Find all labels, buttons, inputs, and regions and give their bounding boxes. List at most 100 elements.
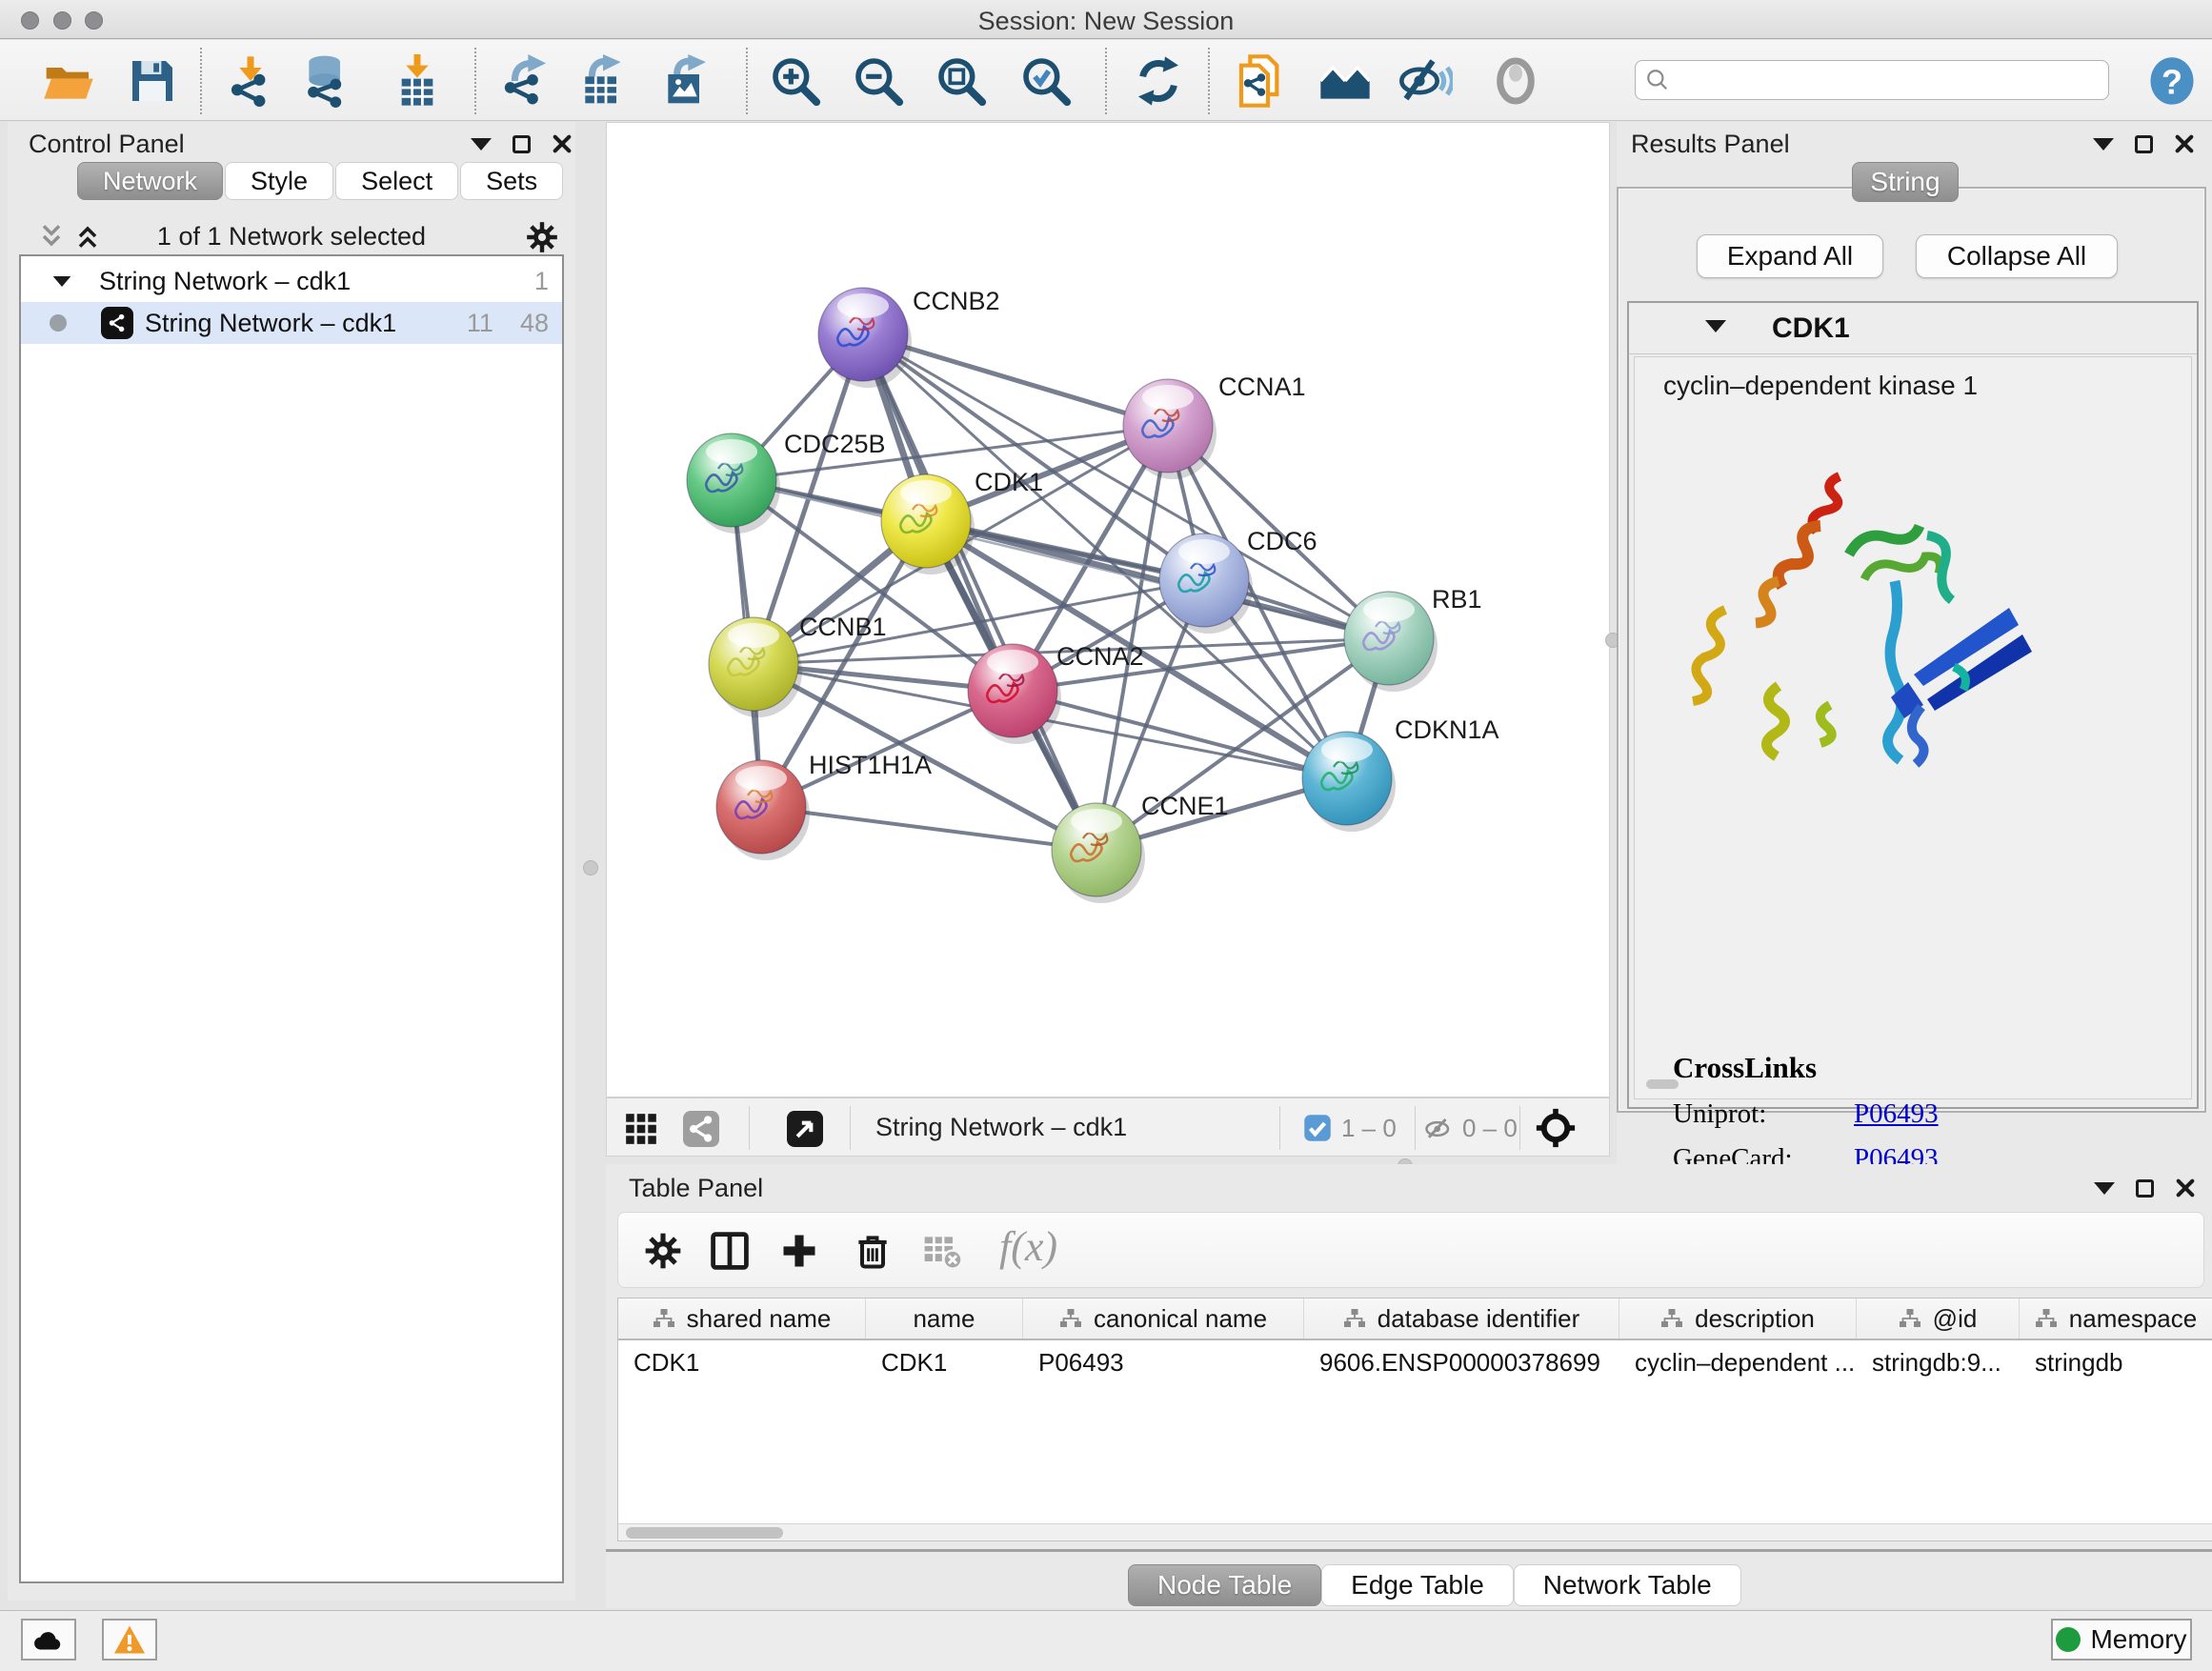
float-panel-icon[interactable]: [2135, 135, 2153, 153]
toolbar-separator: [474, 48, 476, 114]
delete-column-trash-icon[interactable]: [852, 1230, 894, 1272]
save-session-icon[interactable]: [126, 54, 179, 108]
tab-select[interactable]: Select: [335, 162, 458, 200]
table-cell[interactable]: CDK1: [618, 1340, 866, 1384]
eye-icon[interactable]: [1489, 54, 1542, 108]
tab-edge-table[interactable]: Edge Table: [1321, 1564, 1514, 1606]
open-in-window-icon[interactable]: [787, 1111, 823, 1147]
control-panel-tabs: NetworkStyleSelectSets: [77, 162, 565, 200]
table-horizontal-scrollbar[interactable]: [618, 1523, 2212, 1540]
float-panel-icon[interactable]: [513, 135, 531, 153]
zoom-out-icon[interactable]: [852, 54, 905, 108]
network-edge[interactable]: [926, 521, 1389, 638]
node-label: CDK1: [975, 468, 1043, 496]
refresh-icon[interactable]: [1132, 54, 1185, 108]
import-network-from-database-icon[interactable]: [300, 54, 353, 108]
string-results-box: Expand All Collapse All CDK1 cyclin–depe…: [1617, 187, 2206, 1113]
column-header-description[interactable]: description: [1619, 1299, 1857, 1339]
collection-count: 1: [534, 267, 549, 296]
table-cell[interactable]: CDK1: [866, 1340, 1023, 1384]
table-cell[interactable]: stringdb:9...: [1857, 1340, 2020, 1384]
network-node-cdc6[interactable]: CDC6: [1159, 527, 1317, 634]
collapse-triangle-icon[interactable]: [53, 275, 71, 286]
network-node-rb1[interactable]: RB1: [1344, 585, 1482, 692]
protein-name: CDK1: [1772, 312, 1850, 345]
network-graph[interactable]: CCNB2CCNA1CDC25BCDK1CDC6RB1CCNB1CCNA2CDK…: [607, 123, 1609, 1097]
string-share-icon[interactable]: [683, 1111, 719, 1147]
column-type-icon: [653, 1308, 675, 1329]
panel-menu-icon[interactable]: [2094, 1182, 2115, 1195]
column-header-name[interactable]: name: [866, 1299, 1023, 1339]
crosslink-link[interactable]: P06493: [1854, 1098, 1939, 1129]
network-canvas[interactable]: CCNB2CCNA1CDC25BCDK1CDC6RB1CCNB1CCNA2CDK…: [606, 122, 1610, 1097]
column-header-database-identifier[interactable]: database identifier: [1304, 1299, 1619, 1339]
network-node-cdkn1a[interactable]: CDKN1A: [1302, 715, 1499, 832]
float-panel-icon[interactable]: [2136, 1179, 2154, 1198]
search-input[interactable]: [1670, 63, 2108, 97]
cloud-status-button[interactable]: [21, 1619, 76, 1661]
fit-selected-crosshair-icon[interactable]: [1536, 1108, 1576, 1148]
network-node-ccna1[interactable]: CCNA1: [1123, 372, 1306, 479]
hide-eye-waves-icon[interactable]: [1399, 54, 1453, 108]
import-network-icon[interactable]: [224, 54, 277, 108]
open-session-icon[interactable]: [42, 54, 95, 108]
tab-sets[interactable]: Sets: [460, 162, 563, 200]
column-header-canonical-name[interactable]: canonical name: [1023, 1299, 1304, 1339]
table-toolbar: f(x): [617, 1212, 2204, 1288]
memory-button[interactable]: Memory: [2051, 1619, 2192, 1661]
network-edge[interactable]: [761, 807, 1096, 850]
zoom-in-icon[interactable]: [769, 54, 822, 108]
network-row-selected[interactable]: String Network – cdk1 11 48: [21, 302, 562, 344]
network-node-ccne1[interactable]: CCNE1: [1052, 792, 1229, 903]
close-panel-icon[interactable]: [552, 133, 573, 154]
clone-network-icon[interactable]: [1235, 54, 1288, 108]
collapse-triangle-icon[interactable]: [1705, 320, 1726, 332]
tab-style[interactable]: Style: [225, 162, 333, 200]
home-networks-icon[interactable]: [1318, 54, 1372, 108]
close-panel-icon[interactable]: [2175, 1178, 2196, 1198]
warning-status-button[interactable]: [102, 1619, 157, 1661]
scrollbar-thumb[interactable]: [626, 1527, 783, 1539]
network-node-cdc25b[interactable]: CDC25B: [687, 430, 886, 534]
toolbar-separator: [1519, 1106, 1520, 1150]
close-panel-icon[interactable]: [2174, 133, 2195, 154]
export-image-icon[interactable]: [659, 54, 713, 108]
column-header-label: database identifier: [1377, 1304, 1579, 1334]
tab-network-table[interactable]: Network Table: [1514, 1564, 1741, 1606]
export-table-icon[interactable]: [576, 54, 630, 108]
zoom-selected-icon[interactable]: [1019, 54, 1073, 108]
left-splitter-handle[interactable]: [583, 860, 598, 876]
memory-label: Memory: [2090, 1624, 2186, 1655]
column-header-shared-name[interactable]: shared name: [618, 1299, 866, 1339]
table-cell[interactable]: cyclin–dependent ...: [1619, 1340, 1857, 1384]
network-node-cdk1[interactable]: CDK1: [881, 468, 1043, 574]
show-columns-icon[interactable]: [709, 1230, 751, 1272]
protein-section-header[interactable]: CDK1: [1629, 303, 2197, 354]
table-cell[interactable]: stringdb: [2020, 1340, 2212, 1384]
network-node-hist1h1a[interactable]: HIST1H1A: [716, 751, 932, 860]
table-row[interactable]: CDK1CDK1P064939606.ENSP00000378699cyclin…: [618, 1340, 2212, 1384]
results-scrollbar-thumb[interactable]: [1646, 1079, 1679, 1089]
create-column-plus-icon[interactable]: [778, 1230, 820, 1272]
tab-network[interactable]: Network: [77, 162, 223, 200]
zoom-fit-icon[interactable]: [935, 54, 988, 108]
tab-node-table[interactable]: Node Table: [1128, 1564, 1321, 1606]
export-network-icon[interactable]: [499, 54, 553, 108]
table-cell[interactable]: P06493: [1023, 1340, 1304, 1384]
column-header--id[interactable]: @id: [1857, 1299, 2020, 1339]
collapse-all-button[interactable]: Collapse All: [1916, 234, 2118, 278]
network-options-gear-icon[interactable]: [524, 219, 560, 255]
tab-string[interactable]: String: [1852, 162, 1959, 202]
network-node-ccnb2[interactable]: CCNB2: [818, 287, 1000, 388]
selected-checkbox-icon[interactable]: [1303, 1114, 1332, 1142]
column-header-namespace[interactable]: namespace: [2020, 1299, 2212, 1339]
panel-menu-icon[interactable]: [471, 138, 492, 151]
panel-menu-icon[interactable]: [2093, 138, 2114, 151]
expand-all-button[interactable]: Expand All: [1697, 234, 1883, 278]
table-cell[interactable]: 9606.ENSP00000378699: [1304, 1340, 1619, 1384]
birdseye-grid-icon[interactable]: [623, 1111, 659, 1147]
table-options-gear-icon[interactable]: [642, 1230, 684, 1272]
help-button[interactable]: ?: [2146, 54, 2198, 108]
network-collection-row[interactable]: String Network – cdk1 1: [21, 260, 562, 302]
import-table-icon[interactable]: [391, 54, 444, 108]
